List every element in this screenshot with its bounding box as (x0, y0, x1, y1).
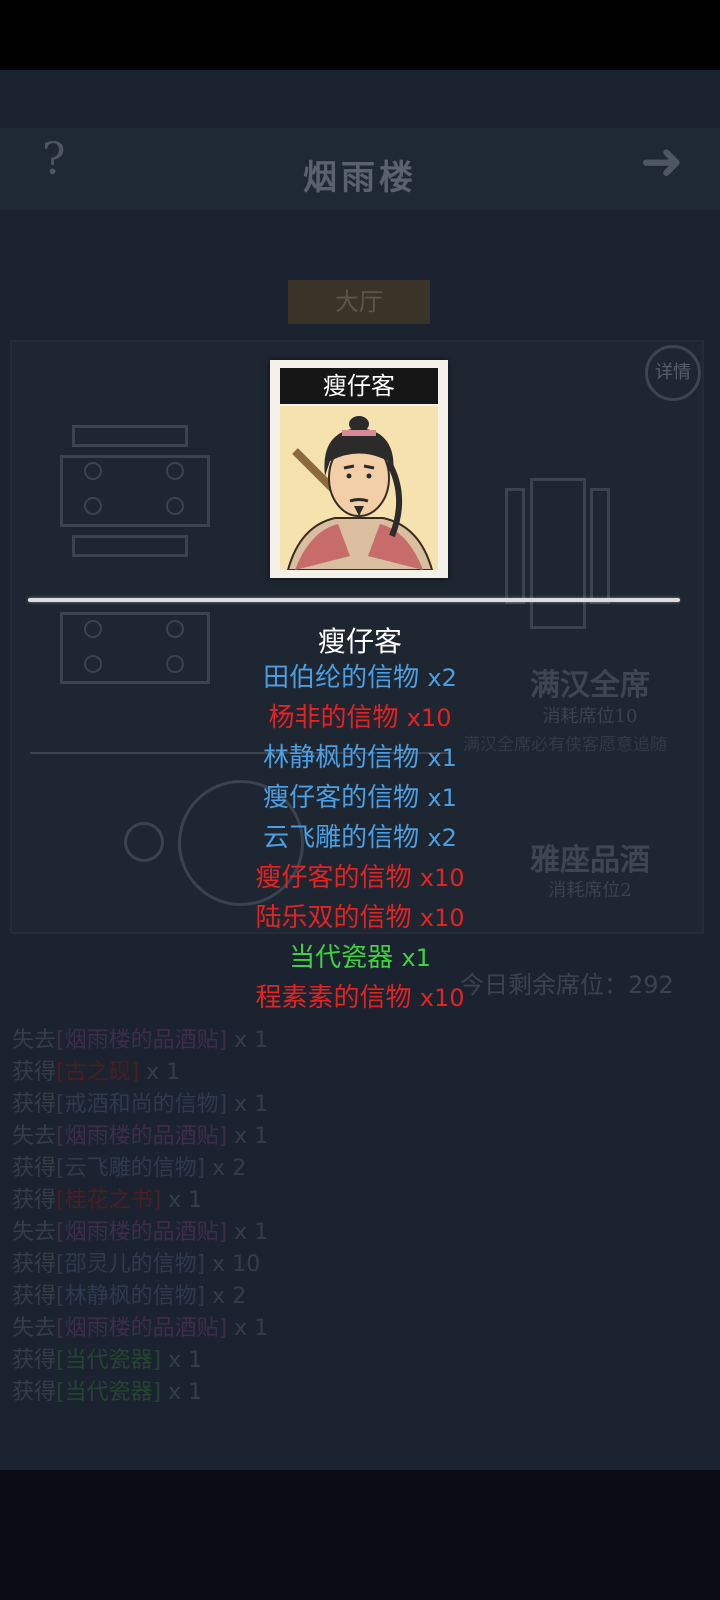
log-verb: 获得 (12, 1348, 57, 1373)
reward-item-name: 田伯纶的信物 (263, 663, 420, 693)
reward-item-name: 当代瓷器 (289, 943, 394, 973)
reward-item: 陆乐双的信物 x10 (0, 898, 720, 938)
reward-item-name: 瘦仔客的信物 (263, 783, 420, 813)
reward-item-name: 瘦仔客的信物 (255, 863, 412, 893)
log-entry: 获得[当代瓷器] x 1 (12, 1345, 712, 1377)
event-log: 失去[烟雨楼的品酒贴] x 1 获得[古之砚] x 1 获得[戒酒和尚的信物] x … (12, 1025, 712, 1409)
reward-item-name: 林静枫的信物 (263, 743, 420, 773)
log-item: [桂花之书] (56, 1188, 162, 1213)
reward-item-name: 云飞雕的信物 (263, 823, 420, 853)
log-verb: 获得 (12, 1092, 57, 1117)
log-qty: x 1 (161, 1348, 203, 1373)
log-entry: 获得[当代瓷器] x 1 (12, 1377, 712, 1409)
log-item: [云飞雕的信物] (56, 1156, 206, 1181)
reward-list: 田伯纶的信物 x2 杨非的信物 x10 林静枫的信物 x1 瘦仔客的信物 x1 云飞雕的… (0, 658, 720, 1018)
tab-hall[interactable]: 大厅 (288, 280, 430, 324)
log-entry: 获得[邵灵儿的信物] x 10 (12, 1249, 712, 1281)
reward-item-qty: x10 (419, 904, 465, 932)
log-verb: 失去 (12, 1220, 57, 1245)
log-item: [烟雨楼的品酒贴] (56, 1028, 228, 1053)
reward-item-name: 陆乐双的信物 (255, 903, 412, 933)
log-item: [烟雨楼的品酒贴] (56, 1316, 228, 1341)
log-qty: x 1 (227, 1092, 269, 1117)
detail-button[interactable]: 详情 (645, 345, 701, 401)
reward-item-qty: x1 (427, 784, 457, 812)
reward-item: 程素素的信物 x10 (0, 978, 720, 1018)
log-qty: x 2 (205, 1156, 247, 1181)
log-qty: x 1 (161, 1188, 203, 1213)
log-item: [戒酒和尚的信物] (56, 1092, 228, 1117)
seat-decoration (84, 462, 102, 480)
log-qty: x 2 (205, 1284, 247, 1309)
log-entry: 失去[烟雨楼的品酒贴] x 1 (12, 1313, 712, 1345)
hero-portrait (280, 406, 438, 571)
log-verb: 失去 (12, 1028, 57, 1053)
log-qty: x 1 (227, 1220, 269, 1245)
table-decoration (590, 488, 610, 604)
seat-decoration (84, 497, 102, 515)
log-verb: 失去 (12, 1124, 57, 1149)
reward-item-qty: x2 (427, 664, 457, 692)
log-verb: 获得 (12, 1156, 57, 1181)
log-qty: x 1 (161, 1380, 203, 1405)
log-verb: 获得 (12, 1188, 57, 1213)
log-qty: x 10 (205, 1252, 261, 1277)
table-decoration (72, 425, 188, 447)
table-decoration (60, 455, 210, 527)
page-title: 烟雨楼 (303, 158, 417, 198)
seat-decoration (166, 462, 184, 480)
reward-item-qty: x10 (406, 704, 452, 732)
reward-item-qty: x2 (427, 824, 457, 852)
log-item: [古之砚] (56, 1060, 140, 1085)
reward-item: 瘦仔客的信物 x10 (0, 858, 720, 898)
log-item: [邵灵儿的信物] (56, 1252, 206, 1277)
log-item: [林静枫的信物] (56, 1284, 206, 1309)
hero-card: 瘦仔客 (270, 360, 448, 578)
log-item: [烟雨楼的品酒贴] (56, 1220, 228, 1245)
log-entry: 获得[桂花之书] x 1 (12, 1185, 712, 1217)
log-entry: 获得[戒酒和尚的信物] x 1 (12, 1089, 712, 1121)
reward-item: 田伯纶的信物 x2 (0, 658, 720, 698)
log-entry: 获得[云飞雕的信物] x 2 (12, 1153, 712, 1185)
seat-decoration (166, 497, 184, 515)
table-decoration (505, 488, 525, 604)
reward-item-name: 程素素的信物 (255, 983, 412, 1013)
bottom-area (0, 1470, 720, 1600)
log-entry: 失去[烟雨楼的品酒贴] x 1 (12, 1121, 712, 1153)
hero-card-name: 瘦仔客 (280, 368, 438, 404)
reward-item-qty: x10 (419, 864, 465, 892)
log-verb: 获得 (12, 1380, 57, 1405)
log-item: [烟雨楼的品酒贴] (56, 1124, 228, 1149)
reward-item: 云飞雕的信物 x2 (0, 818, 720, 858)
log-item: [当代瓷器] (56, 1380, 162, 1405)
log-entry: 失去[烟雨楼的品酒贴] x 1 (12, 1217, 712, 1249)
log-item: [当代瓷器] (56, 1348, 162, 1373)
log-entry: 获得[林静枫的信物] x 2 (12, 1281, 712, 1313)
status-bar (0, 0, 720, 70)
reward-item-qty: x10 (419, 984, 465, 1012)
log-qty: x 1 (227, 1124, 269, 1149)
log-qty: x 1 (227, 1028, 269, 1053)
log-entry: 获得[古之砚] x 1 (12, 1057, 712, 1089)
reward-item: 当代瓷器 x1 (0, 938, 720, 978)
reward-item-name: 杨非的信物 (268, 703, 399, 733)
log-qty: x 1 (227, 1316, 269, 1341)
popup-divider (28, 598, 680, 602)
table-decoration (530, 478, 586, 629)
log-entry: 失去[烟雨楼的品酒贴] x 1 (12, 1025, 712, 1057)
reward-item: 瘦仔客的信物 x1 (0, 778, 720, 818)
log-verb: 获得 (12, 1284, 57, 1309)
log-verb: 获得 (12, 1060, 57, 1085)
reward-item: 林静枫的信物 x1 (0, 738, 720, 778)
reward-title: 瘦仔客 (317, 625, 402, 658)
log-verb: 获得 (12, 1252, 57, 1277)
right-arrow-icon[interactable]: ➜ (640, 132, 684, 192)
log-verb: 失去 (12, 1316, 57, 1341)
reward-item: 杨非的信物 x10 (0, 698, 720, 738)
log-qty: x 1 (139, 1060, 181, 1085)
reward-item-qty: x1 (427, 744, 457, 772)
reward-item-qty: x1 (401, 944, 431, 972)
table-decoration (72, 535, 188, 557)
